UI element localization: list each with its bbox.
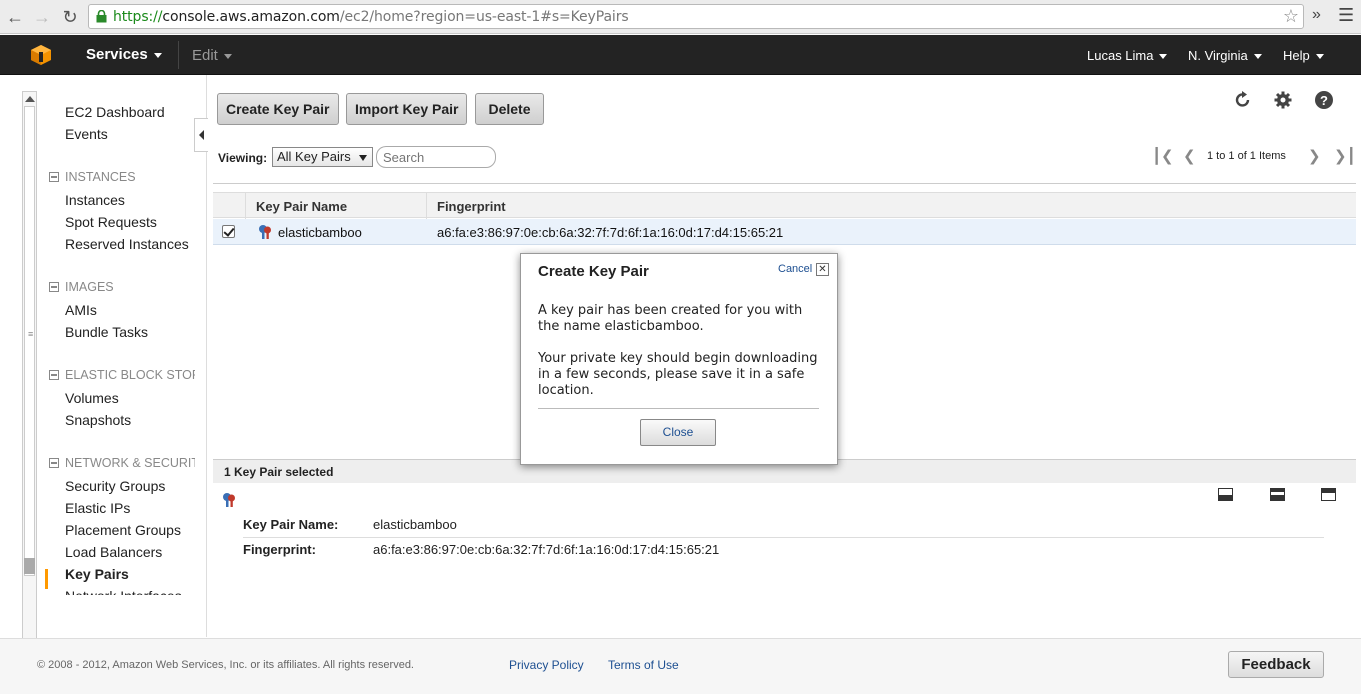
sidebar-item-volumes[interactable]: Volumes: [65, 390, 119, 406]
viewing-select[interactable]: All Key Pairs: [272, 147, 373, 167]
viewing-label: Viewing:: [218, 151, 268, 165]
key-pair-icon: [223, 493, 235, 507]
aws-top-nav: Services Edit Lucas Lima N. Virginia Hel…: [0, 35, 1361, 75]
row-checkbox[interactable]: [222, 225, 235, 238]
services-menu[interactable]: Services: [86, 46, 162, 63]
divider: [538, 408, 819, 409]
sidebar-scrollbar[interactable]: ≡: [22, 91, 37, 667]
sidebar-item-load-balancers[interactable]: Load Balancers: [65, 544, 162, 560]
sidebar: ≡ EC2 Dashboard Events INSTANCES Instanc…: [0, 75, 207, 667]
collapse-icon[interactable]: [49, 458, 59, 468]
feedback-button[interactable]: Feedback: [1228, 651, 1324, 678]
bookmark-star-icon[interactable]: ☆: [1283, 6, 1299, 27]
detail-name-label: Key Pair Name:: [243, 517, 339, 532]
terms-of-use-link[interactable]: Terms of Use: [608, 658, 679, 672]
delete-button[interactable]: Delete: [475, 93, 544, 125]
collapse-sidebar-button[interactable]: [194, 118, 208, 152]
last-page-icon[interactable]: ❯┃: [1334, 147, 1356, 165]
fingerprint-cell: a6:fa:e3:86:97:0e:cb:6a:32:7f:7d:6f:1a:1…: [437, 225, 784, 240]
region-menu[interactable]: N. Virginia: [1188, 48, 1262, 63]
sidebar-item-security-groups[interactable]: Security Groups: [65, 478, 165, 494]
collapse-icon[interactable]: [49, 370, 59, 380]
dialog-title: Create Key Pair: [538, 263, 649, 280]
sidebar-item-spot-requests[interactable]: Spot Requests: [65, 214, 157, 230]
browser-toolbar: ← → ↻ https://console.aws.amazon.com/ec2…: [0, 0, 1361, 34]
scrollbar-thumb[interactable]: ≡: [24, 106, 35, 576]
first-page-icon[interactable]: ┃❮: [1152, 147, 1174, 165]
sidebar-item-bundle-tasks[interactable]: Bundle Tasks: [65, 324, 148, 340]
selection-count: 1 Key Pair selected: [224, 465, 334, 479]
forward-icon[interactable]: →: [32, 7, 52, 27]
prev-page-icon[interactable]: ❮: [1183, 147, 1196, 165]
help-menu[interactable]: Help: [1283, 48, 1324, 63]
lock-icon: [96, 10, 107, 23]
footer: © 2008 - 2012, Amazon Web Services, Inc.…: [0, 638, 1361, 694]
aws-logo-icon[interactable]: [30, 44, 52, 66]
table-row[interactable]: elasticbamboo a6:fa:e3:86:97:0e:cb:6a:32…: [213, 219, 1356, 245]
scroll-up-icon[interactable]: [25, 96, 35, 102]
detail-fingerprint-label: Fingerprint:: [243, 542, 316, 557]
detail-name-value: elasticbamboo: [373, 517, 457, 532]
help-icon[interactable]: ?: [1314, 90, 1334, 110]
sidebar-item-network-interfaces[interactable]: Network Interfaces: [65, 588, 182, 595]
sidebar-section-images[interactable]: IMAGES: [49, 280, 195, 294]
pager-text: 1 to 1 of 1 Items: [1207, 150, 1286, 162]
next-page-icon[interactable]: ❯: [1308, 147, 1321, 165]
edit-menu[interactable]: Edit: [192, 47, 232, 64]
dock-maximize-icon[interactable]: [1321, 488, 1336, 501]
sidebar-section-network[interactable]: NETWORK & SECURITY: [49, 456, 195, 470]
column-header-name[interactable]: Key Pair Name: [256, 199, 347, 214]
sidebar-item-snapshots[interactable]: Snapshots: [65, 412, 131, 428]
sidebar-item-reserved-instances[interactable]: Reserved Instances: [65, 236, 189, 252]
divider: [213, 183, 1356, 184]
detail-fingerprint-value: a6:fa:e3:86:97:0e:cb:6a:32:7f:7d:6f:1a:1…: [373, 542, 720, 557]
dialog-message-1: A key pair has been created for you with…: [538, 303, 803, 334]
active-indicator: [45, 569, 48, 589]
dock-split-icon[interactable]: [1270, 488, 1285, 501]
import-key-pair-button[interactable]: Import Key Pair: [346, 93, 468, 125]
dropdown-arrow-icon: [359, 155, 367, 161]
reload-icon[interactable]: ↻: [60, 7, 80, 27]
sidebar-section-instances[interactable]: INSTANCES: [49, 170, 195, 184]
column-header-fingerprint[interactable]: Fingerprint: [437, 199, 506, 214]
sidebar-item-key-pairs[interactable]: Key Pairs: [65, 566, 129, 582]
sidebar-item-events[interactable]: Events: [65, 126, 108, 142]
create-key-pair-button[interactable]: Create Key Pair: [217, 93, 339, 125]
close-icon[interactable]: ✕: [816, 263, 829, 276]
create-key-pair-dialog: Create Key Pair Cancel ✕ A key pair has …: [520, 253, 838, 465]
sidebar-item-instances[interactable]: Instances: [65, 192, 125, 208]
privacy-policy-link[interactable]: Privacy Policy: [509, 658, 584, 672]
dialog-cancel-link[interactable]: Cancel: [778, 263, 812, 275]
collapse-icon[interactable]: [49, 172, 59, 182]
key-pair-name-cell: elasticbamboo: [278, 225, 362, 240]
sidebar-item-placement-groups[interactable]: Placement Groups: [65, 522, 181, 538]
collapse-icon[interactable]: [49, 282, 59, 292]
sidebar-item-ec2-dashboard[interactable]: EC2 Dashboard: [65, 104, 165, 120]
sidebar-item-elastic-ips[interactable]: Elastic IPs: [65, 500, 130, 516]
dialog-message-2: Your private key should begin downloadin…: [538, 351, 818, 398]
user-menu[interactable]: Lucas Lima: [1087, 48, 1168, 63]
refresh-icon[interactable]: [1233, 90, 1253, 110]
gear-icon[interactable]: [1273, 90, 1293, 110]
back-icon[interactable]: ←: [5, 7, 25, 27]
search-input[interactable]: [376, 146, 496, 168]
nav-divider: [178, 41, 179, 69]
dock-bottom-icon[interactable]: [1218, 488, 1233, 501]
table-header: Key Pair Name Fingerprint: [213, 192, 1356, 219]
svg-text:?: ?: [1320, 93, 1328, 108]
browser-menu-icon[interactable]: ☰: [1338, 5, 1354, 26]
sidebar-section-ebs[interactable]: ELASTIC BLOCK STORE: [49, 368, 195, 382]
sidebar-item-amis[interactable]: AMIs: [65, 302, 97, 318]
dialog-close-button[interactable]: Close: [640, 419, 716, 446]
address-bar[interactable]: https://console.aws.amazon.com/ec2/home?…: [88, 4, 1304, 29]
copyright: © 2008 - 2012, Amazon Web Services, Inc.…: [37, 659, 414, 671]
key-pair-icon: [259, 225, 271, 239]
url-text: https://console.aws.amazon.com/ec2/home?…: [113, 9, 629, 25]
extensions-chevron-icon[interactable]: »: [1312, 6, 1321, 24]
